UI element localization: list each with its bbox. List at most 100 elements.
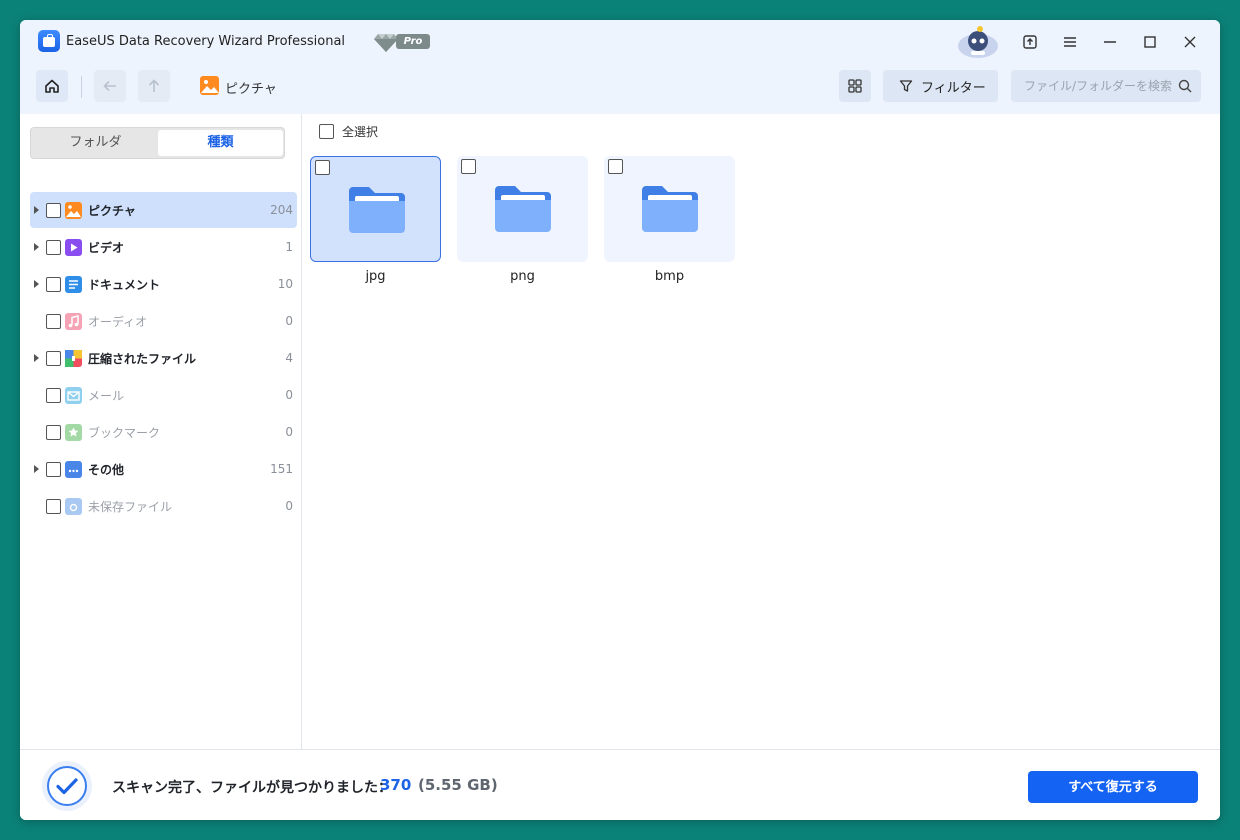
arrow-left-icon <box>103 80 116 92</box>
category-label: 未保存ファイル <box>88 499 173 514</box>
close-button[interactable] <box>1178 30 1202 54</box>
unsaved-file-icon <box>65 497 82 515</box>
document-icon <box>65 275 82 293</box>
select-all[interactable]: 全選択 <box>319 123 378 140</box>
folder-name: png <box>510 269 535 284</box>
category-label: ピクチャ <box>88 203 136 218</box>
grid-icon <box>848 79 862 93</box>
category-count: 0 <box>285 425 293 439</box>
checkbox[interactable] <box>46 350 61 366</box>
maximize-button[interactable] <box>1138 30 1162 54</box>
checkbox[interactable] <box>46 202 61 218</box>
upload-icon <box>1023 35 1037 49</box>
sidebar-item-other[interactable]: その他 151 <box>30 451 297 487</box>
arrow-up-icon <box>148 79 160 92</box>
checkbox[interactable] <box>46 239 61 255</box>
category-label: 圧縮されたファイル <box>88 351 197 366</box>
checkbox[interactable] <box>461 159 476 174</box>
scan-complete-icon <box>42 761 92 811</box>
audio-icon <box>65 312 82 330</box>
expand-arrow-icon[interactable] <box>33 206 41 214</box>
category-label: その他 <box>88 462 125 477</box>
title-bar: EaseUS Data Recovery Wizard Professional… <box>20 20 1220 64</box>
breadcrumb[interactable]: ピクチャ <box>225 78 277 97</box>
checkbox[interactable] <box>46 461 61 477</box>
up-button[interactable] <box>138 70 170 102</box>
sidebar-item-unsaved[interactable]: 未保存ファイル 0 <box>30 488 297 524</box>
picture-icon <box>200 76 219 95</box>
checkbox[interactable] <box>46 387 61 403</box>
view-mode-toggle: フォルダ 種類 <box>30 127 285 159</box>
archive-icon <box>65 349 82 367</box>
diamond-icon <box>374 34 398 52</box>
folder-card-jpg[interactable] <box>310 156 441 262</box>
category-count: 0 <box>285 314 293 328</box>
close-icon <box>1184 36 1196 48</box>
sidebar-item-audio[interactable]: オーディオ 0 <box>30 303 297 339</box>
home-icon <box>45 79 59 93</box>
category-count: 151 <box>270 462 293 476</box>
folder-card-bmp[interactable] <box>604 156 735 262</box>
bookmark-icon <box>65 423 82 441</box>
menu-button[interactable] <box>1058 30 1082 54</box>
category-label: ビデオ <box>88 240 125 255</box>
select-all-checkbox[interactable] <box>319 124 334 139</box>
sidebar-item-video[interactable]: ビデオ 1 <box>30 229 297 265</box>
checkbox[interactable] <box>46 276 61 292</box>
sidebar: フォルダ 種類 ピクチャ 204 ビデオ 1 ドキュメント 10 オーディオ 0… <box>20 114 302 749</box>
search-box[interactable] <box>1011 70 1201 102</box>
category-count: 4 <box>285 351 293 365</box>
search-input[interactable] <box>1011 70 1201 102</box>
recover-all-button[interactable]: すべて復元する <box>1028 771 1198 803</box>
category-label: ブックマーク <box>88 425 161 440</box>
search-icon[interactable] <box>1177 78 1193 94</box>
sidebar-item-archives[interactable]: 圧縮されたファイル 4 <box>30 340 297 376</box>
home-button[interactable] <box>36 70 68 102</box>
back-button[interactable] <box>94 70 126 102</box>
select-all-label: 全選択 <box>342 125 379 139</box>
mail-icon <box>65 386 82 404</box>
tab-type[interactable]: 種類 <box>158 130 283 156</box>
minimize-button[interactable] <box>1098 30 1122 54</box>
folder-icon <box>349 187 405 233</box>
expand-arrow-icon[interactable] <box>33 243 41 251</box>
toolbar: ピクチャ フィルター <box>20 64 1220 114</box>
pro-label: Pro <box>396 34 430 49</box>
folder-name: jpg <box>365 269 386 284</box>
checkbox[interactable] <box>315 160 330 175</box>
sidebar-item-mail[interactable]: メール 0 <box>30 377 297 413</box>
minimize-icon <box>1104 41 1116 43</box>
video-icon <box>65 238 82 256</box>
checkbox[interactable] <box>46 424 61 440</box>
expand-arrow-icon[interactable] <box>33 280 41 288</box>
sidebar-item-documents[interactable]: ドキュメント 10 <box>30 266 297 302</box>
filter-icon <box>899 80 913 92</box>
category-label: ドキュメント <box>88 277 161 292</box>
expand-arrow-icon[interactable] <box>33 465 41 473</box>
checkbox[interactable] <box>46 498 61 514</box>
folder-icon <box>642 186 698 232</box>
app-window: EaseUS Data Recovery Wizard Professional… <box>20 20 1220 820</box>
sidebar-item-pictures[interactable]: ピクチャ 204 <box>30 192 297 228</box>
category-count: 0 <box>285 388 293 402</box>
folder-icon <box>495 186 551 232</box>
upload-feedback-button[interactable] <box>1018 30 1042 54</box>
category-count: 1 <box>285 240 293 254</box>
checkmark-icon <box>56 778 78 795</box>
category-count: 0 <box>285 499 293 513</box>
category-count: 204 <box>270 203 293 217</box>
folder-name: bmp <box>654 269 685 284</box>
status-bar: スキャン完了、ファイルが見つかりました： 370 (5.55 GB) すべて復元… <box>20 749 1220 820</box>
tab-folder[interactable]: フォルダ <box>33 130 158 156</box>
folder-card-png[interactable] <box>457 156 588 262</box>
grid-view-button[interactable] <box>839 70 871 102</box>
checkbox[interactable] <box>608 159 623 174</box>
expand-arrow-icon[interactable] <box>33 354 41 362</box>
filter-button[interactable]: フィルター <box>883 70 998 102</box>
checkbox[interactable] <box>46 313 61 329</box>
app-title: EaseUS Data Recovery Wizard Professional <box>66 34 346 49</box>
sidebar-item-bookmarks[interactable]: ブックマーク 0 <box>30 414 297 450</box>
category-count: 10 <box>277 277 293 291</box>
assistant-robot-icon[interactable] <box>956 24 1000 60</box>
found-count: 370 <box>380 776 412 794</box>
